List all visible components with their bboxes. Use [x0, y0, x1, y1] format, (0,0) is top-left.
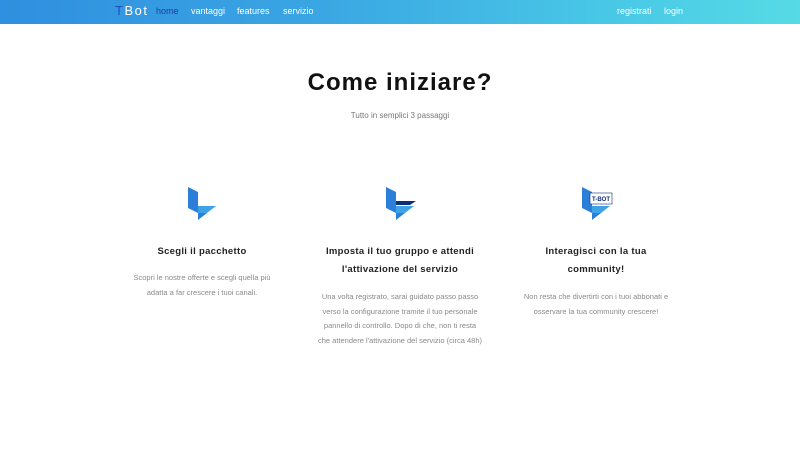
step-title-1: Scegli il pacchetto: [157, 246, 247, 257]
tbot-logo-icon: [188, 187, 216, 220]
step-card-2: Imposta il tuo gruppo e attendi l'attiva…: [310, 186, 490, 366]
top-navbar: TBot home vantaggi features servizio reg…: [0, 0, 800, 24]
step-title-2: Imposta il tuo gruppo e attendi l'attiva…: [325, 246, 475, 275]
step-description-1: Scopri le nostre offerte e scegli quella…: [133, 273, 271, 297]
brand-logo[interactable]: TBot: [115, 3, 148, 18]
tbot-logo-active-icon: T-BOT: [582, 187, 613, 220]
step-description-2: Una volta registrato, sarai guidato pass…: [318, 292, 483, 345]
step-card-3: T-BOT Interagisci con la tua community! …: [506, 186, 686, 326]
nav-link-features[interactable]: features: [237, 6, 270, 16]
step-title-3: Interagisci con la tua community!: [545, 246, 647, 275]
nav-link-vantaggi[interactable]: vantaggi: [191, 6, 225, 16]
nav-link-servizio[interactable]: servizio: [283, 6, 314, 16]
tbot-logo-configured-icon: [386, 187, 416, 220]
brand-name: Bot: [124, 3, 149, 18]
nav-link-login[interactable]: login: [664, 6, 683, 16]
nav-link-registrati[interactable]: registrati: [617, 6, 652, 16]
nav-link-home[interactable]: home: [156, 6, 179, 16]
step-description-3: Non resta che divertirti con i tuoi abbo…: [523, 292, 669, 316]
page-subtitle: Tutto in semplici 3 passaggi: [350, 111, 450, 120]
tbot-badge-label: T-BOT: [592, 197, 610, 203]
page-title: Come iniziare?: [307, 69, 493, 96]
step-card-1: Scegli il pacchetto Scopri le nostre off…: [112, 186, 292, 306]
